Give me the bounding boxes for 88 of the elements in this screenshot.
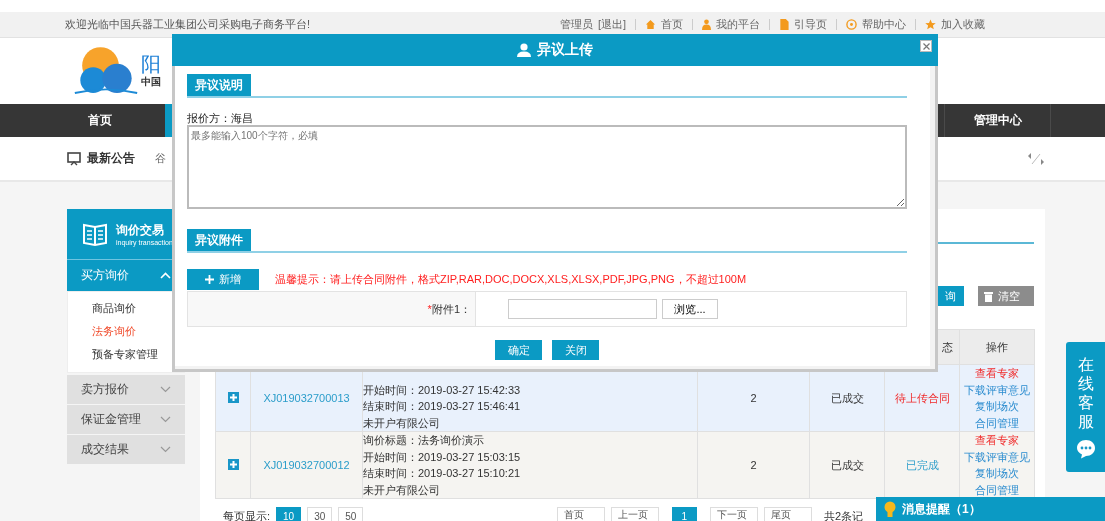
clear-button[interactable]: 清空	[978, 286, 1034, 306]
action-link[interactable]: 查看专家	[960, 432, 1034, 449]
notice-text[interactable]: 谷	[155, 151, 166, 166]
arrows-icon[interactable]	[1027, 151, 1045, 166]
section-heading: 异议附件	[187, 229, 251, 251]
quoter-label: 报价方：海昌	[187, 112, 254, 125]
table-cell-text: 未开户有限公司	[363, 482, 441, 498]
home-icon	[645, 19, 656, 30]
add-button[interactable]: 新增	[187, 269, 259, 290]
page-size-button[interactable]: 50	[338, 507, 364, 521]
light-bulb-icon	[884, 500, 896, 518]
page-size-button[interactable]: 10	[276, 507, 302, 521]
chat-bubble-icon	[1075, 439, 1096, 460]
table-row[interactable]: XJ019032700012 询价标题：法务询价演示 开始时间：2019-03-27 15:03:15 结束时间：2019-03-27 15:10:21 未开户有限公司 2 已成交 已完成 查看专家 下载评审意见 复制场次 合同管理	[215, 431, 1035, 499]
objection-textarea[interactable]: 最多能输入100个字符，必填	[187, 125, 907, 209]
table-cell: 已成交	[830, 391, 864, 404]
top-link[interactable]: 首页	[661, 17, 683, 32]
close-button[interactable]	[920, 40, 932, 52]
record-count: 共2条记	[823, 509, 863, 521]
sidebar-title: 询价交易	[116, 222, 165, 239]
plus-icon	[205, 275, 214, 284]
status-text: 已完成	[905, 458, 939, 471]
table-cell-text: 开始时间：2019-03-27 15:42:33	[363, 382, 522, 398]
table-cell-text: 开始时间：2019-03-27 15:03:15	[363, 449, 522, 465]
sidebar-group[interactable]: 成交结果	[67, 435, 185, 464]
document-icon	[779, 19, 789, 30]
board-icon	[67, 151, 81, 166]
action-link[interactable]: 合同管理	[960, 481, 1034, 498]
top-link[interactable]: 帮助中心	[862, 17, 906, 32]
trash-icon	[984, 290, 993, 302]
logo-title: 阳	[141, 53, 161, 75]
top-link[interactable]: 管理员	[559, 17, 593, 32]
expand-icon[interactable]	[227, 458, 239, 470]
table-cell-text: 询价标题：法务询价演示	[363, 433, 485, 448]
table-cell-text: 未开户有限公司	[363, 415, 441, 431]
chevron-down-icon	[160, 386, 171, 393]
top-link[interactable]: 加入收藏	[941, 17, 985, 32]
sidebar-group[interactable]: 卖方报价	[67, 375, 185, 404]
section-heading: 异议说明	[187, 74, 251, 96]
action-link[interactable]: 下载评审意见	[960, 448, 1034, 465]
chevron-up-icon	[160, 272, 171, 279]
close-icon	[922, 42, 930, 50]
page-nav-button[interactable]: 上一页	[610, 507, 659, 521]
page-size-button[interactable]: 30	[307, 507, 333, 521]
action-link[interactable]: 复制场次	[960, 465, 1034, 482]
star-icon	[925, 19, 936, 30]
page-size-label: 每页显示:	[223, 509, 271, 521]
notification-text: 消息提醒（1）	[902, 500, 981, 518]
top-link[interactable]: [退出]	[597, 17, 626, 32]
welcome-text: 欢迎光临中国兵器工业集团公司采购电子商务平台!	[65, 17, 311, 32]
dialog-title: 异议上传	[537, 41, 593, 59]
table-cell-text: 结束时间：2019-03-27 15:46:41	[363, 399, 522, 414]
page-number-button[interactable]: 1	[671, 507, 697, 521]
page-nav-button[interactable]: 下一页	[709, 507, 758, 521]
upload-hint: 温馨提示：请上传合同附件，格式ZIP,RAR,DOC,DOCX,XLS,XLSX,PDF,JPG,PNG，不超过100M	[275, 272, 747, 287]
column-header: 操作	[959, 329, 1035, 365]
chevron-down-icon	[160, 416, 171, 423]
top-link[interactable]: 我的平台	[716, 17, 760, 32]
dialog-button[interactable]: 关闭	[552, 340, 599, 360]
expand-icon[interactable]	[227, 391, 239, 403]
table-cell: 2	[750, 459, 757, 471]
user-icon	[702, 19, 711, 30]
notice-title: 最新公告	[87, 150, 135, 167]
browse-button[interactable]: 浏览...	[662, 299, 718, 319]
action-link[interactable]: 复制场次	[960, 398, 1034, 415]
user-icon	[517, 43, 531, 57]
action-link[interactable]: 下载评审意见	[960, 381, 1034, 398]
chevron-down-icon	[160, 446, 171, 453]
dialog-button[interactable]: 确定	[495, 340, 542, 360]
attachment-label: 附件1：	[431, 301, 471, 317]
table-cell: 已成交	[830, 458, 864, 471]
page-nav-button[interactable]: 首页	[556, 507, 605, 521]
top-link[interactable]: 引导页	[794, 17, 827, 32]
table-cell-text: 结束时间：2019-03-27 15:10:21	[363, 466, 522, 481]
action-link[interactable]: 查看专家	[960, 365, 1034, 382]
notification-bar[interactable]: 消息提醒（1）	[876, 497, 1105, 521]
table-cell: 2	[750, 392, 757, 404]
inquiry-id-link[interactable]: XJ019032700012	[263, 459, 350, 471]
page-nav-button[interactable]: 尾页	[763, 507, 812, 521]
online-service-button[interactable]: 在线客服	[1066, 342, 1105, 472]
required-mark: *	[427, 303, 432, 315]
file-path-field[interactable]	[508, 299, 657, 319]
book-icon	[82, 222, 108, 246]
sidebar-group[interactable]: 保证金管理	[67, 405, 185, 434]
action-link[interactable]: 合同管理	[960, 414, 1034, 431]
status-text: 待上传合同	[894, 391, 950, 404]
logo-subtitle: 中国	[141, 75, 161, 89]
nav-tab[interactable]: 首页	[35, 104, 165, 137]
